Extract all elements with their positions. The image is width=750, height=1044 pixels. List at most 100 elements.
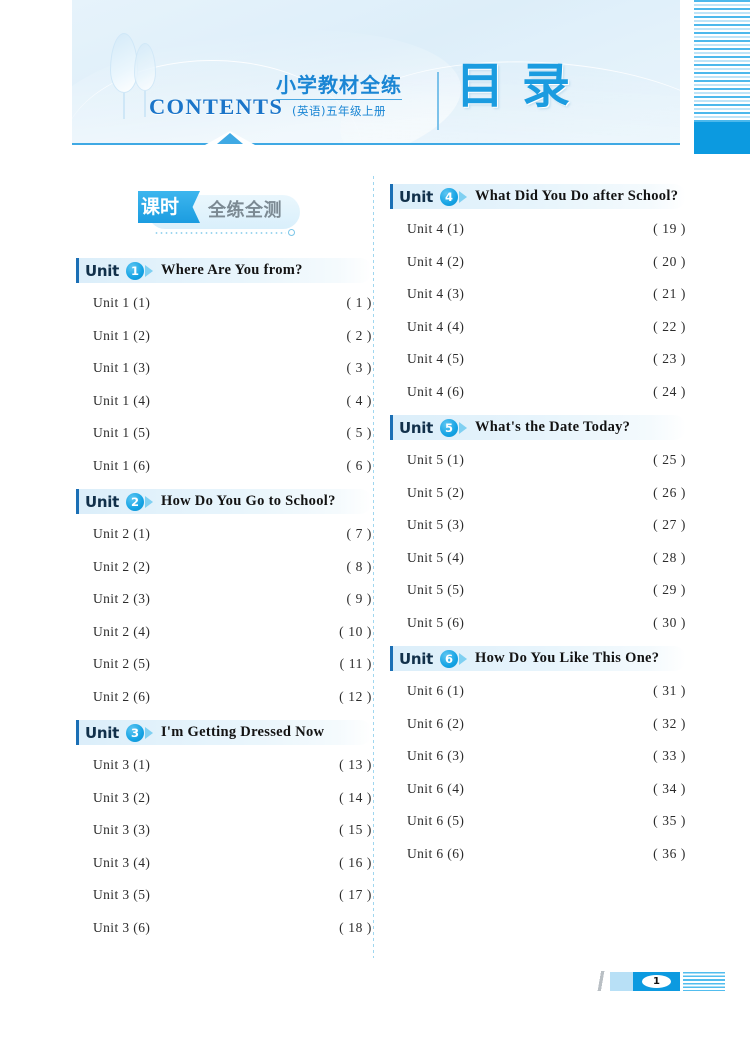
toc-leader-dots <box>157 391 323 405</box>
toc-leader-dots <box>471 812 637 825</box>
toc-leader-dots <box>157 622 323 636</box>
toc-leader-dots <box>157 687 323 701</box>
unit-accent-bar <box>76 258 80 283</box>
toc-entry[interactable]: Unit 1 (3) ( 3 ) <box>76 359 372 392</box>
toc-leader-dots <box>157 886 323 899</box>
toc-entry[interactable]: Unit 2 (1) ( 7 ) <box>76 525 372 558</box>
toc-entry-page: ( 30 ) <box>653 614 686 630</box>
toc-entry-page: ( 18 ) <box>339 919 372 935</box>
toc-entry[interactable]: Unit 5 (3) ( 27 ) <box>390 516 686 549</box>
toc-entry-label: Unit 5 (3) <box>407 517 465 532</box>
toc-entry[interactable]: Unit 5 (5) ( 29 ) <box>390 581 686 614</box>
section-badge: 课时 全练全测 <box>138 191 303 239</box>
toc-entry[interactable]: Unit 6 (5) ( 35 ) <box>390 812 686 845</box>
footer-slash-icon <box>596 971 606 991</box>
unit-header-2[interactable]: Unit 2 How Do You Go to School? <box>76 489 372 514</box>
toc-entry[interactable]: Unit 4 (5) ( 23 ) <box>390 350 686 383</box>
chevron-right-icon <box>458 190 467 203</box>
toc-entry-label: Unit 2 (5) <box>93 656 151 671</box>
toc-entry[interactable]: Unit 1 (2) ( 2 ) <box>76 326 372 360</box>
toc-entry-label: Unit 3 (2) <box>93 789 151 805</box>
toc-entry-label: Unit 2 (4) <box>93 623 151 639</box>
toc-entry[interactable]: Unit 3 (4) ( 16 ) <box>76 853 372 887</box>
toc-leader-dots <box>471 252 637 266</box>
toc-entry[interactable]: Unit 3 (6) ( 18 ) <box>76 918 372 952</box>
toc-entry[interactable]: Unit 3 (1) ( 13 ) <box>76 756 372 789</box>
toc-leader-dots <box>471 382 637 396</box>
toc-entry-label: Unit 1 (5) <box>93 425 151 440</box>
toc-entry-page: ( 35 ) <box>653 813 686 828</box>
toc-entry[interactable]: Unit 4 (6) ( 24 ) <box>390 382 686 416</box>
toc-entry-label: Unit 2 (2) <box>93 558 151 574</box>
toc-entry[interactable]: Unit 6 (1) ( 31 ) <box>390 682 686 715</box>
toc-entry[interactable]: Unit 4 (1) ( 19 ) <box>390 220 686 253</box>
toc-entry-label: Unit 1 (3) <box>93 360 151 375</box>
toc-entry[interactable]: Unit 1 (5) ( 5 ) <box>76 424 372 457</box>
toc-leader-dots <box>157 756 323 769</box>
toc-entry-page: ( 9 ) <box>346 591 372 606</box>
toc-entry-label: Unit 2 (3) <box>93 591 151 606</box>
toc-entry[interactable]: Unit 5 (4) ( 28 ) <box>390 548 686 582</box>
toc-entry[interactable]: Unit 3 (2) ( 14 ) <box>76 788 372 822</box>
toc-entry-page: ( 3 ) <box>346 360 372 375</box>
toc-entry[interactable]: Unit 6 (2) ( 32 ) <box>390 714 686 748</box>
toc-entry[interactable]: Unit 5 (2) ( 26 ) <box>390 483 686 517</box>
toc-entry[interactable]: Unit 6 (3) ( 33 ) <box>390 747 686 780</box>
toc-entry-page: ( 17 ) <box>339 887 372 902</box>
unit-header-3[interactable]: Unit 3 I'm Getting Dressed Now <box>76 720 372 745</box>
toc-entry[interactable]: Unit 4 (3) ( 21 ) <box>390 285 686 318</box>
unit-word-label: Unit <box>85 492 119 511</box>
toc-entry-label: Unit 4 (1) <box>407 221 465 236</box>
toc-entry-page: ( 27 ) <box>653 517 686 532</box>
toc-entry-label: Unit 3 (6) <box>93 919 151 935</box>
toc-entry-page: ( 19 ) <box>653 221 686 236</box>
toc-leader-dots <box>157 456 323 470</box>
page-header-band <box>72 0 680 143</box>
toc-entry[interactable]: Unit 4 (4) ( 22 ) <box>390 317 686 351</box>
unit-header-6[interactable]: Unit 6 How Do You Like This One? <box>390 646 686 671</box>
toc-entry[interactable]: Unit 2 (2) ( 8 ) <box>76 557 372 591</box>
toc-entry-label: Unit 1 (1) <box>93 295 151 310</box>
unit-header-1[interactable]: Unit 1 Where Are You from? <box>76 258 372 283</box>
unit-header-5[interactable]: Unit 5 What's the Date Today? <box>390 415 686 440</box>
toc-leader-dots <box>471 747 637 760</box>
toc-leader-dots <box>471 451 637 464</box>
toc-leader-dots <box>471 714 637 728</box>
unit-number-badge: 4 <box>439 187 458 206</box>
toc-entry[interactable]: Unit 5 (1) ( 25 ) <box>390 451 686 484</box>
toc-entry[interactable]: Unit 1 (4) ( 4 ) <box>76 391 372 425</box>
chevron-right-icon <box>458 421 467 434</box>
chevron-right-icon <box>144 264 153 277</box>
toc-entry[interactable]: Unit 5 (6) ( 30 ) <box>390 613 686 647</box>
toc-entry[interactable]: Unit 2 (4) ( 10 ) <box>76 622 372 656</box>
toc-entry-label: Unit 1 (2) <box>93 327 151 343</box>
toc-entry[interactable]: Unit 6 (6) ( 36 ) <box>390 844 686 878</box>
toc-column-right: Unit 4 What Did You Do after School? Unit 4… <box>390 184 686 877</box>
toc-entry-page: ( 23 ) <box>653 351 686 366</box>
toc-entry[interactable]: Unit 6 (4) ( 34 ) <box>390 779 686 813</box>
unit-title: I'm Getting Dressed Now <box>160 724 325 740</box>
toc-leader-dots <box>157 853 323 867</box>
toc-entry-label: Unit 3 (1) <box>93 757 151 772</box>
toc-leader-dots <box>157 788 323 802</box>
edge-stripe-decoration <box>694 0 750 122</box>
toc-entry[interactable]: Unit 2 (5) ( 11 ) <box>76 655 372 688</box>
toc-entry[interactable]: Unit 4 (2) ( 20 ) <box>390 252 686 286</box>
title-separator <box>437 72 439 130</box>
toc-entry-page: ( 26 ) <box>653 484 686 500</box>
toc-entry[interactable]: Unit 1 (1) ( 1 ) <box>76 294 372 327</box>
unit-header-4[interactable]: Unit 4 What Did You Do after School? <box>390 184 686 209</box>
unit-number-badge: 2 <box>125 492 144 511</box>
toc-entry[interactable]: Unit 3 (3) ( 15 ) <box>76 821 372 854</box>
toc-entry-label: Unit 6 (1) <box>407 683 465 698</box>
toc-leader-dots <box>471 317 637 331</box>
toc-entry[interactable]: Unit 2 (3) ( 9 ) <box>76 590 372 623</box>
toc-entry-label: Unit 3 (3) <box>93 822 151 837</box>
toc-entry[interactable]: Unit 1 (6) ( 6 ) <box>76 456 372 490</box>
toc-entry[interactable]: Unit 2 (6) ( 12 ) <box>76 687 372 721</box>
toc-entry[interactable]: Unit 3 (5) ( 17 ) <box>76 886 372 919</box>
unit-accent-bar <box>76 720 80 745</box>
unit-word-label: Unit <box>399 649 433 668</box>
footer-light-block <box>610 971 633 991</box>
toc-entry-page: ( 25 ) <box>653 452 686 467</box>
